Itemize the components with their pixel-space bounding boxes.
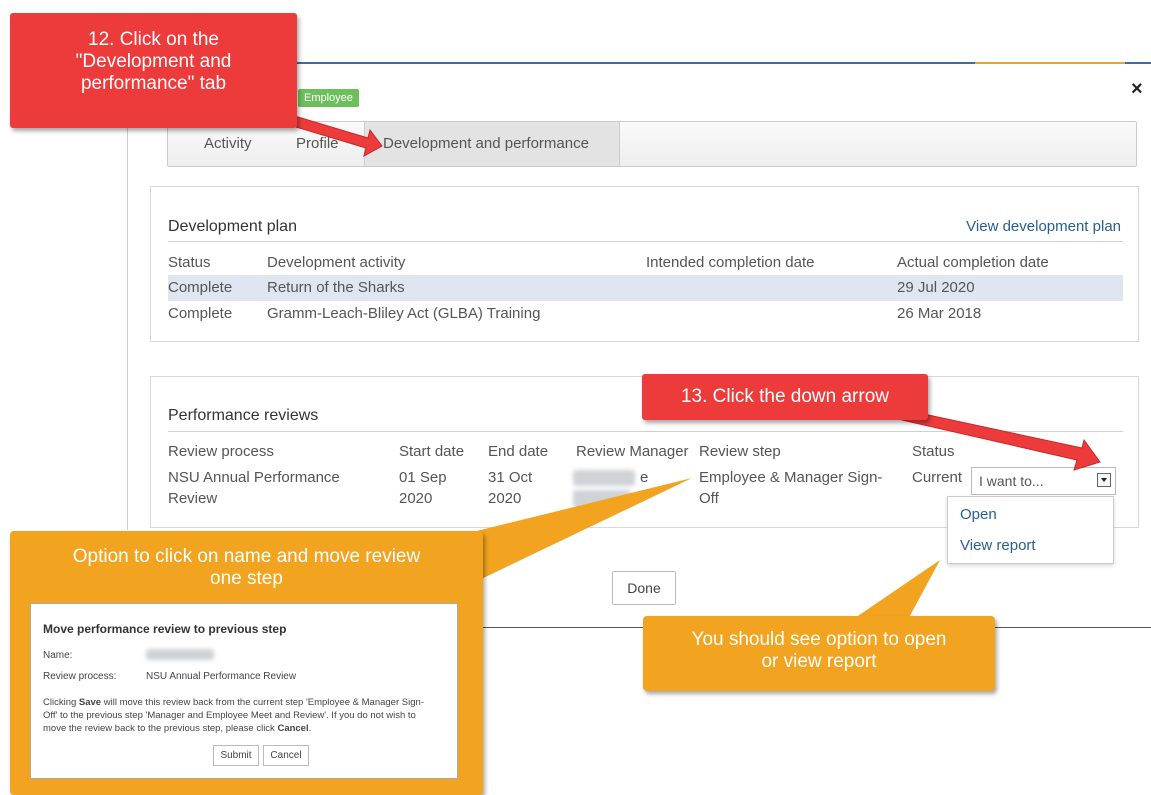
col-header-review-step: Review step <box>699 443 781 460</box>
dialog-message-text: will move this review back from the curr… <box>101 697 424 708</box>
menu-item-open[interactable]: Open <box>960 506 997 523</box>
callout-text: or view report <box>761 651 877 672</box>
i-want-to-select[interactable]: I want to... <box>971 467 1116 495</box>
dialog-message-text: . <box>308 723 312 734</box>
end-date-line1: 31 Oct <box>488 469 533 486</box>
dialog-process-value: NSU Annual Performance Review <box>146 671 297 682</box>
close-icon[interactable]: × <box>1131 78 1143 101</box>
row-status: Complete <box>168 279 233 296</box>
start-date-line2: 2020 <box>399 490 433 507</box>
review-manager-fragment: e <box>640 469 649 486</box>
divider <box>168 241 1123 242</box>
tab-activity[interactable]: Activity <box>204 122 252 166</box>
review-process-line2: Review <box>168 490 218 507</box>
performance-reviews-title: Performance reviews <box>168 407 319 424</box>
callout-text: 12. Click on the <box>88 29 219 50</box>
end-date-line2: 2020 <box>488 490 522 507</box>
redacted-manager-name <box>573 490 631 508</box>
view-development-plan-link[interactable]: View development plan <box>966 218 1121 235</box>
dialog-message-save: Save <box>78 697 102 708</box>
modal-left-border <box>127 90 128 530</box>
dialog-message-text: move the review back to the previous ste… <box>43 723 278 734</box>
review-process-line1: NSU Annual Performance <box>168 469 340 486</box>
dialog-message-text: Clicking <box>43 697 79 708</box>
move-review-dialog: Move performance review to previous step… <box>30 603 458 779</box>
chevron-down-icon[interactable] <box>1097 473 1111 487</box>
col-header-status: Status <box>912 443 955 460</box>
callout-see-options: You should see option to open or view re… <box>643 616 995 691</box>
header-rule-accent <box>975 62 1125 64</box>
col-header-start-date: Start date <box>399 443 465 460</box>
redacted-employee-name <box>146 649 214 660</box>
row-activity: Gramm-Leach-Bliley Act (GLBA) Training <box>267 305 541 322</box>
cancel-button[interactable]: Cancel <box>263 745 309 766</box>
col-header-activity: Development activity <box>267 254 406 271</box>
tab-development-and-performance[interactable]: Development and performance <box>364 122 620 166</box>
tab-profile[interactable]: Profile <box>296 122 339 166</box>
dialog-message: Clicking Save will move this review back… <box>43 696 455 735</box>
dialog-title: Move performance review to previous step <box>43 622 287 636</box>
row-actual-date: 26 Mar 2018 <box>897 305 982 322</box>
table-row[interactable]: Complete Gramm-Leach-Bliley Act (GLBA) T… <box>168 301 1123 327</box>
callout-text: Option to click on name and move review <box>72 546 421 567</box>
row-status: Complete <box>168 305 233 322</box>
row-activity: Return of the Sharks <box>267 279 405 296</box>
table-row[interactable]: Complete Return of the Sharks 29 Jul 202… <box>168 275 1123 301</box>
select-value: I want to... <box>979 473 1044 489</box>
development-plan-panel: Development plan View development plan S… <box>150 186 1139 342</box>
dialog-name-label: Name: <box>43 650 73 661</box>
row-actual-date: 29 Jul 2020 <box>897 279 975 296</box>
callout-step-12: 12. Click on the "Development and perfor… <box>10 13 297 128</box>
done-button[interactable]: Done <box>612 571 676 605</box>
col-header-intended: Intended completion date <box>646 254 815 271</box>
development-plan-title: Development plan <box>168 218 297 235</box>
review-status: Current <box>912 469 963 486</box>
col-header-status: Status <box>168 254 211 271</box>
col-header-review-manager: Review Manager <box>576 443 689 460</box>
action-dropdown-menu: Open View report <box>947 496 1114 564</box>
submit-button[interactable]: Submit <box>213 745 259 766</box>
review-step-link-line2[interactable]: Off <box>699 490 719 507</box>
callout-step-13: 13. Click the down arrow <box>642 374 928 420</box>
callout-text: one step <box>210 568 283 589</box>
divider <box>168 431 1123 432</box>
employee-badge: Employee <box>298 89 359 107</box>
dialog-message-cancel: Cancel <box>277 723 309 734</box>
dialog-message-text: Off' to the previous step 'Manager and E… <box>43 710 416 721</box>
redacted-manager-name <box>573 470 635 486</box>
callout-text: "Development and <box>75 51 232 72</box>
callout-text: performance" tab <box>80 73 227 94</box>
review-step-link-line1[interactable]: Employee & Manager Sign- <box>699 469 882 486</box>
dialog-process-label: Review process: <box>43 671 117 682</box>
start-date-line1: 01 Sep <box>399 469 447 486</box>
col-header-actual: Actual completion date <box>897 254 1049 271</box>
callout-text: You should see option to open <box>691 629 947 650</box>
tab-bar: Activity Profile Development and perform… <box>167 121 1137 167</box>
menu-item-view-report[interactable]: View report <box>960 537 1036 554</box>
col-header-end-date: End date <box>488 443 549 460</box>
col-header-review-process: Review process <box>168 443 274 460</box>
